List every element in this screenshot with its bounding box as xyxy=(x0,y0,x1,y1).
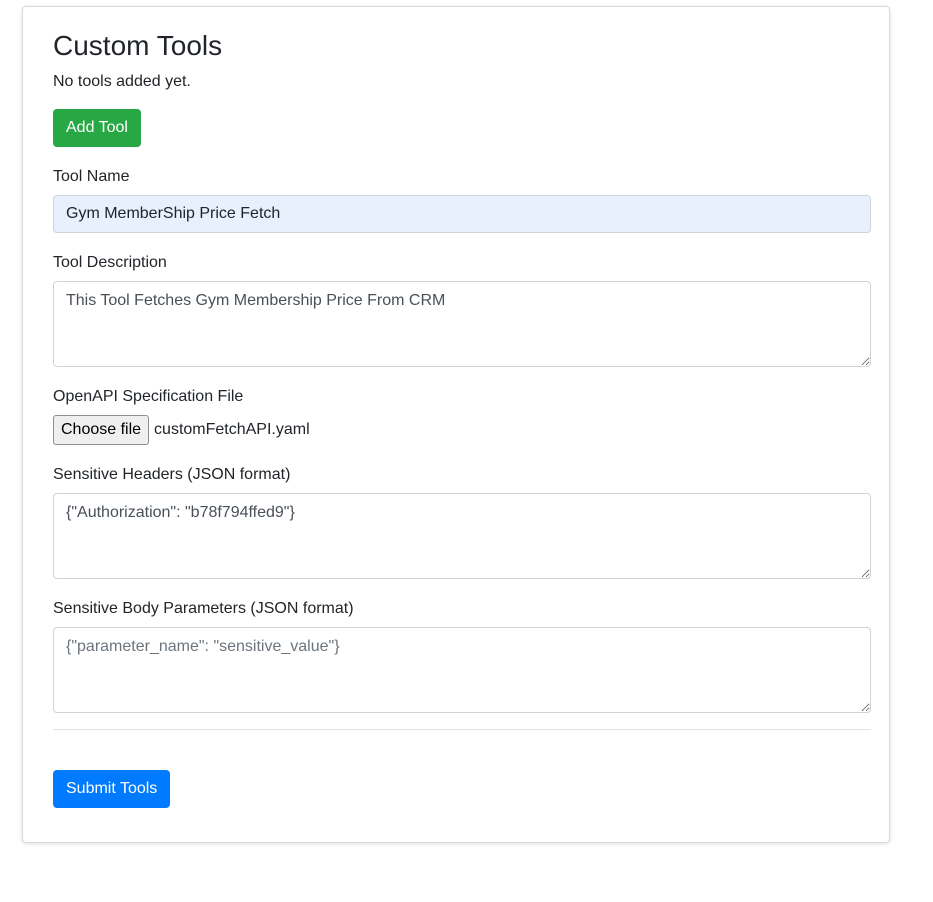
sensitive-body-textarea[interactable] xyxy=(53,627,871,713)
tool-name-label: Tool Name xyxy=(53,168,130,185)
sensitive-headers-label: Sensitive Headers (JSON format) xyxy=(53,466,291,483)
choose-file-button[interactable]: Choose file xyxy=(53,415,150,445)
page-title: Custom Tools xyxy=(53,30,223,61)
custom-tools-card: Custom Tools No tools added yet. Add Too… xyxy=(22,6,890,843)
tool-description-label: Tool Description xyxy=(53,254,167,271)
empty-tools-message: No tools added yet. xyxy=(53,73,191,90)
submit-tools-button[interactable]: Submit Tools xyxy=(53,770,171,808)
openapi-file-input: Choose file customFetchAPI.yaml xyxy=(53,415,310,445)
sensitive-headers-textarea[interactable]: {"Authorization": "b78f794ffed9"} xyxy=(53,493,871,579)
openapi-file-label: OpenAPI Specification File xyxy=(53,388,244,405)
add-tool-button[interactable]: Add Tool xyxy=(53,109,141,147)
sensitive-body-label: Sensitive Body Parameters (JSON format) xyxy=(53,600,354,617)
selected-file-name: customFetchAPI.yaml xyxy=(154,421,310,438)
form-divider xyxy=(53,729,871,730)
tool-description-textarea[interactable]: This Tool Fetches Gym Membership Price F… xyxy=(53,281,871,367)
tool-name-input[interactable] xyxy=(53,195,871,233)
